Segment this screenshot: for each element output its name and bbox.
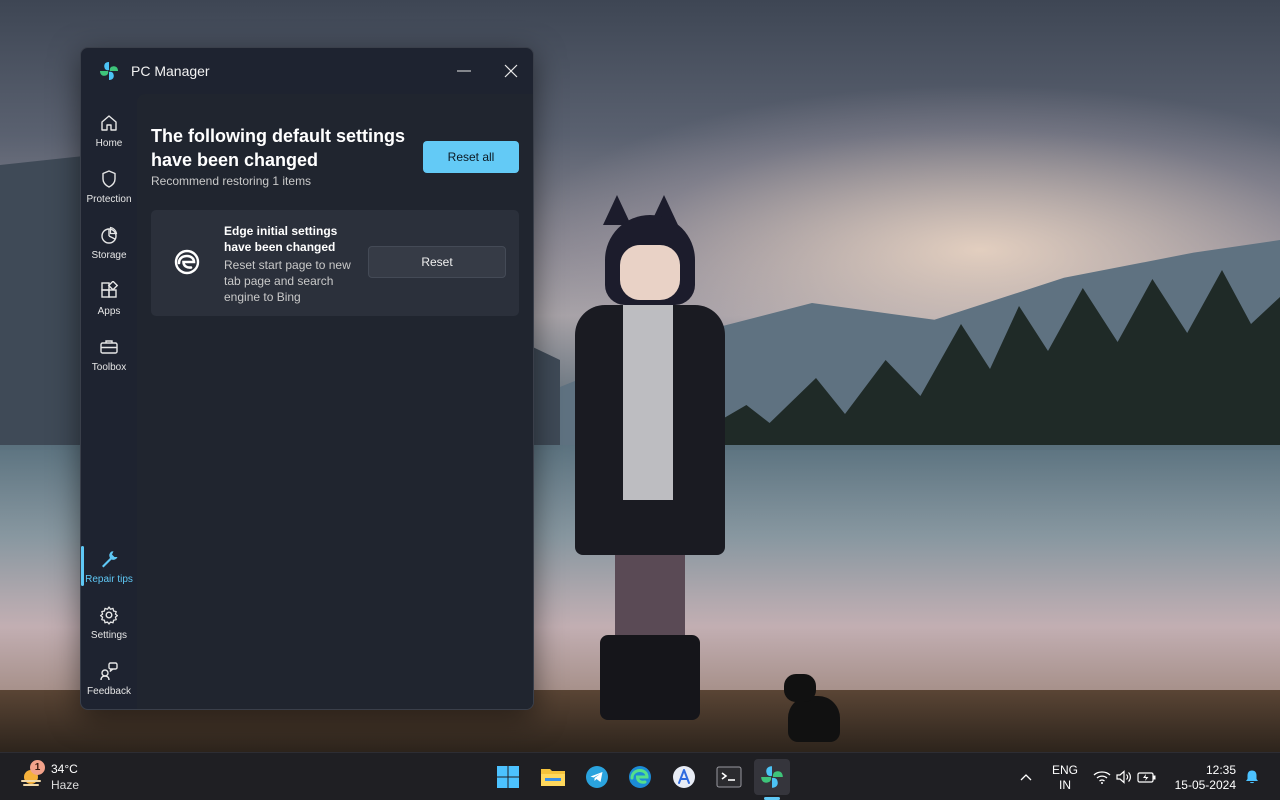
nav-item-label: Repair tips bbox=[85, 574, 133, 585]
card-description: Reset start page to new tab page and sea… bbox=[224, 258, 351, 304]
clock-time: 12:35 bbox=[1205, 763, 1236, 777]
wrench-icon bbox=[98, 548, 120, 570]
start-button[interactable] bbox=[490, 759, 526, 795]
setting-change-card: Edge initial settings have been changed … bbox=[151, 210, 519, 316]
taskbar-edge[interactable] bbox=[622, 759, 658, 795]
taskbar-telegram[interactable] bbox=[579, 759, 615, 795]
sidebar-nav: Home Protection Storage Apps Toolbox Rep… bbox=[81, 94, 137, 709]
edge-icon bbox=[174, 249, 200, 275]
pc-manager-icon bbox=[761, 766, 783, 788]
toolbox-icon bbox=[98, 336, 120, 358]
nav-item-toolbox[interactable]: Toolbox bbox=[81, 334, 137, 386]
pc-manager-logo-icon bbox=[100, 62, 118, 80]
quick-settings-button[interactable] bbox=[1090, 753, 1160, 800]
nav-item-protection[interactable]: Protection bbox=[81, 166, 137, 218]
nav-item-label: Protection bbox=[86, 194, 132, 205]
nav-item-storage[interactable]: Storage bbox=[81, 222, 137, 274]
close-icon bbox=[504, 64, 518, 78]
nav-item-label: Storage bbox=[91, 250, 127, 261]
battery-charging-icon bbox=[1137, 772, 1156, 783]
nav-item-repair-tips[interactable]: Repair tips bbox=[81, 546, 137, 598]
reset-button[interactable]: Reset bbox=[368, 246, 506, 278]
file-explorer-icon bbox=[541, 769, 565, 786]
edge-icon bbox=[629, 766, 651, 788]
nav-item-feedback[interactable]: Feedback bbox=[81, 658, 137, 709]
nav-item-apps[interactable]: Apps bbox=[81, 278, 137, 330]
nav-item-label: Home bbox=[95, 138, 123, 149]
taskbar-pc-manager[interactable] bbox=[754, 759, 790, 795]
app-title: PC Manager bbox=[131, 63, 210, 79]
start-icon bbox=[497, 766, 519, 788]
weather-temperature: 34°C bbox=[51, 762, 78, 776]
taskbar-terminal[interactable] bbox=[711, 759, 747, 795]
notification-badge: 1 bbox=[30, 760, 45, 775]
telegram-icon bbox=[586, 766, 608, 788]
apps-icon bbox=[98, 280, 120, 302]
feedback-icon bbox=[98, 660, 120, 682]
nav-item-settings[interactable]: Settings bbox=[81, 602, 137, 654]
pc-manager-window: PC Manager Home Protection Storage Apps … bbox=[80, 47, 534, 710]
close-button[interactable] bbox=[493, 56, 529, 86]
repair-tips-panel: The following default settings have been… bbox=[137, 94, 533, 709]
show-hidden-icons-button[interactable] bbox=[1016, 753, 1036, 800]
nav-item-home[interactable]: Home bbox=[81, 110, 137, 162]
wallpaper-cat bbox=[782, 668, 842, 743]
pie-chart-icon bbox=[98, 224, 120, 246]
chevron-up-icon bbox=[1020, 774, 1032, 781]
shield-icon bbox=[98, 168, 120, 190]
taskbar: 1 34°C Haze ENG IN 12:35 15-05-2024 bbox=[0, 752, 1280, 800]
page-title: The following default settings have been… bbox=[151, 126, 405, 170]
terminal-icon bbox=[716, 766, 742, 788]
wallpaper-character bbox=[575, 195, 725, 725]
clock[interactable]: 12:35 15-05-2024 bbox=[1170, 763, 1236, 793]
taskbar-file-explorer[interactable] bbox=[535, 759, 571, 795]
clock-date: 15-05-2024 bbox=[1174, 778, 1236, 792]
notification-center-button[interactable] bbox=[1240, 753, 1264, 800]
app-store-icon bbox=[673, 766, 695, 788]
reset-all-button[interactable]: Reset all bbox=[423, 141, 519, 173]
language-code: ENG bbox=[1051, 763, 1078, 777]
nav-item-label: Apps bbox=[97, 306, 121, 317]
nav-item-label: Settings bbox=[90, 630, 128, 641]
nav-item-label: Toolbox bbox=[91, 362, 127, 373]
weather-condition: Haze bbox=[51, 778, 80, 792]
minimize-icon bbox=[457, 70, 471, 72]
minimize-button[interactable] bbox=[446, 56, 482, 86]
weather-widget[interactable]: 1 34°C Haze bbox=[16, 760, 96, 795]
page-subtitle: Recommend restoring 1 items bbox=[151, 174, 312, 188]
wifi-icon bbox=[1093, 771, 1111, 784]
title-bar[interactable]: PC Manager bbox=[81, 48, 533, 94]
taskbar-app-store[interactable] bbox=[666, 759, 702, 795]
nav-item-label: Feedback bbox=[87, 686, 131, 697]
home-icon bbox=[98, 112, 120, 134]
gear-icon bbox=[98, 604, 120, 626]
card-title: Edge initial settings have been changed bbox=[224, 224, 338, 254]
language-region: IN bbox=[1059, 778, 1071, 792]
volume-icon bbox=[1116, 770, 1131, 784]
language-indicator[interactable]: ENG IN bbox=[1048, 763, 1082, 793]
notification-bell-icon bbox=[1246, 770, 1258, 784]
